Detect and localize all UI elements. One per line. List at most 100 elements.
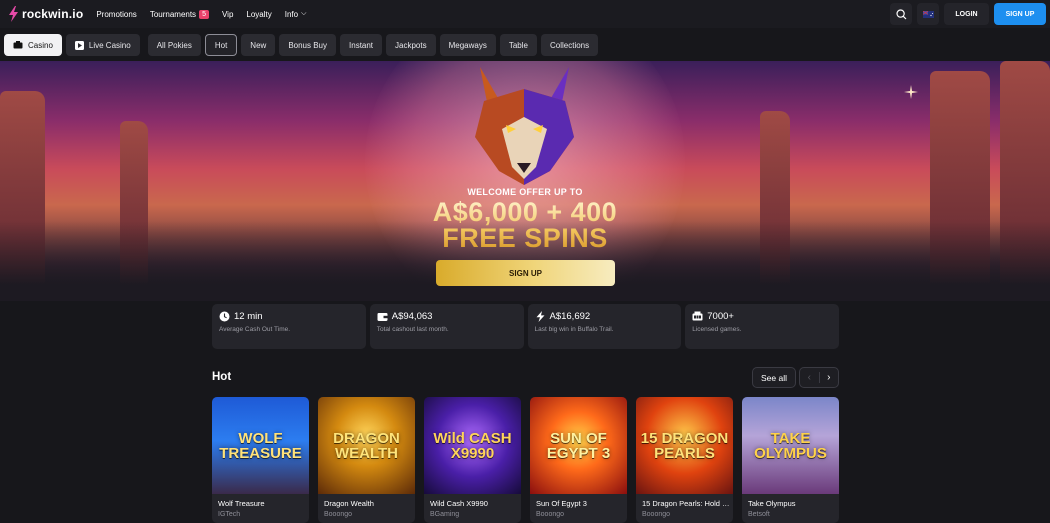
tab-instant[interactable]: Instant: [340, 34, 383, 56]
tab-label: Casino: [28, 40, 53, 50]
game-thumbnail: Wild CASH X9990: [424, 397, 521, 494]
tab-label: Bonus Buy: [288, 40, 328, 50]
section-title-hot: Hot: [212, 371, 232, 383]
game-art-title: Wild CASH X9990: [433, 429, 512, 462]
tab-megaways[interactable]: Megaways: [439, 34, 496, 56]
tab-label: Collections: [549, 40, 590, 50]
game-card[interactable]: Wild CASH X9990 Wild Cash X9990 BGaming: [424, 397, 521, 523]
game-thumbnail: WOLF TREASURE: [212, 397, 309, 494]
chevron-right-icon[interactable]: ›: [820, 372, 839, 383]
flag-icon: [922, 10, 934, 18]
tab-live-casino[interactable]: Live Casino: [65, 34, 140, 56]
tab-label: Instant: [349, 40, 374, 50]
game-provider: Booongo: [536, 511, 565, 518]
chevron-down-icon: ⌵: [301, 10, 307, 17]
clock-icon: [219, 311, 230, 322]
game-name: Wild Cash X9990: [430, 499, 488, 508]
game-name: Wolf Treasure: [218, 499, 265, 508]
tournaments-count-badge: 5: [199, 9, 209, 19]
game-card[interactable]: SUN OF EGYPT 3 Sun Of Egypt 3 Booongo: [530, 397, 627, 523]
stat-value: A$16,692: [549, 311, 591, 322]
stats-row: 12 min Average Cash Out Time. A$94,063 T…: [212, 304, 839, 349]
logo-text: rockwin.io: [22, 7, 84, 21]
nav-tournaments[interactable]: Tournaments 5: [149, 9, 209, 19]
logo[interactable]: rockwin.io: [8, 6, 83, 22]
game-art-title: SUN OF EGYPT 3: [546, 429, 611, 462]
casino-icon: [13, 41, 23, 49]
hero-signup-button[interactable]: SIGN UP: [436, 260, 615, 286]
game-provider: IGTech: [218, 511, 241, 518]
tab-casino[interactable]: Casino: [4, 34, 62, 56]
nav-promotions[interactable]: Promotions: [96, 10, 136, 19]
nav-label: Vip: [221, 9, 234, 19]
lightning-icon: [536, 311, 544, 322]
welcome-offer-label: WELCOME OFFER UP TO: [467, 187, 583, 197]
game-thumbnail: SUN OF EGYPT 3: [530, 397, 627, 494]
nav-label: Loyalty: [246, 9, 272, 19]
tab-label: All Pokies: [156, 40, 192, 50]
offer-headline: A$6,000 + 400 FREE SPINS: [0, 199, 1050, 251]
game-card[interactable]: DRAGON WEALTH Dragon Wealth Booongo: [318, 397, 415, 523]
wolf-illustration: [475, 67, 574, 185]
offer-free-spins: FREE SPINS: [442, 223, 608, 253]
stat-description: Licensed games.: [692, 326, 742, 333]
tab-label: Megaways: [448, 40, 487, 50]
nav-loyalty[interactable]: Loyalty: [246, 10, 271, 19]
game-thumbnail: TAKE OLYMPUS: [742, 397, 839, 494]
hot-games-list: WOLF TREASURE Wolf Treasure IGTech DRAGO…: [212, 397, 839, 523]
tab-collections[interactable]: Collections: [540, 34, 599, 56]
nav-info[interactable]: Info ⌵: [285, 10, 307, 19]
tab-all-pokies[interactable]: All Pokies: [147, 34, 201, 56]
nav-label: Tournaments: [149, 9, 197, 19]
top-navigation: rockwin.io Promotions Tournaments 5 Vip L…: [0, 0, 1050, 28]
tab-label: New: [250, 40, 267, 50]
tab-table[interactable]: Table: [499, 34, 537, 56]
signup-button[interactable]: SIGN UP: [994, 3, 1046, 25]
game-provider: BGaming: [430, 511, 460, 518]
header-actions: LOGIN SIGN UP: [890, 3, 1046, 25]
game-thumbnail: 15 DRAGON PEARLS: [636, 397, 733, 494]
sparkle-icon: [904, 85, 918, 99]
stat-card: 12 min Average Cash Out Time.: [212, 304, 366, 349]
nav-label: Info: [284, 9, 299, 19]
game-provider: Booongo: [324, 511, 353, 518]
tab-label: Jackpots: [395, 40, 427, 50]
tab-label: Hot: [214, 40, 228, 50]
offer-amount: A$6,000 + 400: [432, 197, 618, 227]
game-thumbnail: DRAGON WEALTH: [318, 397, 415, 494]
hero-banner: WELCOME OFFER UP TO A$6,000 + 400 FREE S…: [0, 61, 1050, 301]
category-bar: Casino Live Casino All Pokies Hot New Bo…: [0, 28, 1050, 62]
game-art-title: WOLF TREASURE: [219, 429, 302, 462]
main-nav: Promotions Tournaments 5 Vip Loyalty Info…: [96, 9, 319, 19]
game-card[interactable]: TAKE OLYMPUS Take Olympus Betsoft: [742, 397, 839, 523]
game-card[interactable]: WOLF TREASURE Wolf Treasure IGTech: [212, 397, 309, 523]
tab-new[interactable]: New: [241, 34, 276, 56]
game-provider: Booongo: [642, 511, 671, 518]
game-art-title: TAKE OLYMPUS: [754, 429, 827, 462]
search-button[interactable]: [890, 3, 912, 25]
games-icon: [692, 311, 703, 321]
stat-description: Total cashout last month.: [376, 326, 449, 333]
chevron-left-icon[interactable]: ‹: [800, 372, 820, 383]
game-card[interactable]: 15 DRAGON PEARLS 15 Dragon Pearls: Hold …: [636, 397, 733, 523]
login-button[interactable]: LOGIN: [944, 3, 989, 25]
game-art-title: 15 DRAGON PEARLS: [640, 429, 729, 462]
game-name: Dragon Wealth: [324, 499, 374, 508]
nav-label: Promotions: [96, 9, 137, 19]
see-all-button[interactable]: See all: [752, 367, 796, 388]
stat-value: 12 min: [234, 311, 263, 322]
stat-card: 7000+ Licensed games.: [685, 304, 839, 349]
tab-hot[interactable]: Hot: [204, 34, 238, 56]
stat-description: Average Cash Out Time.: [219, 326, 291, 333]
tab-jackpots[interactable]: Jackpots: [386, 34, 436, 56]
language-selector[interactable]: [917, 3, 939, 25]
game-name: Sun Of Egypt 3: [536, 499, 587, 508]
stat-value: A$94,063: [391, 311, 433, 322]
game-name: Take Olympus: [748, 499, 796, 508]
wallet-icon: [377, 313, 388, 321]
lightning-logo-icon: [9, 6, 18, 22]
tab-bonus-buy[interactable]: Bonus Buy: [279, 34, 337, 56]
game-provider: Betsoft: [748, 511, 770, 518]
nav-vip[interactable]: Vip: [222, 10, 233, 19]
carousel-controls: ‹ ›: [799, 367, 839, 388]
